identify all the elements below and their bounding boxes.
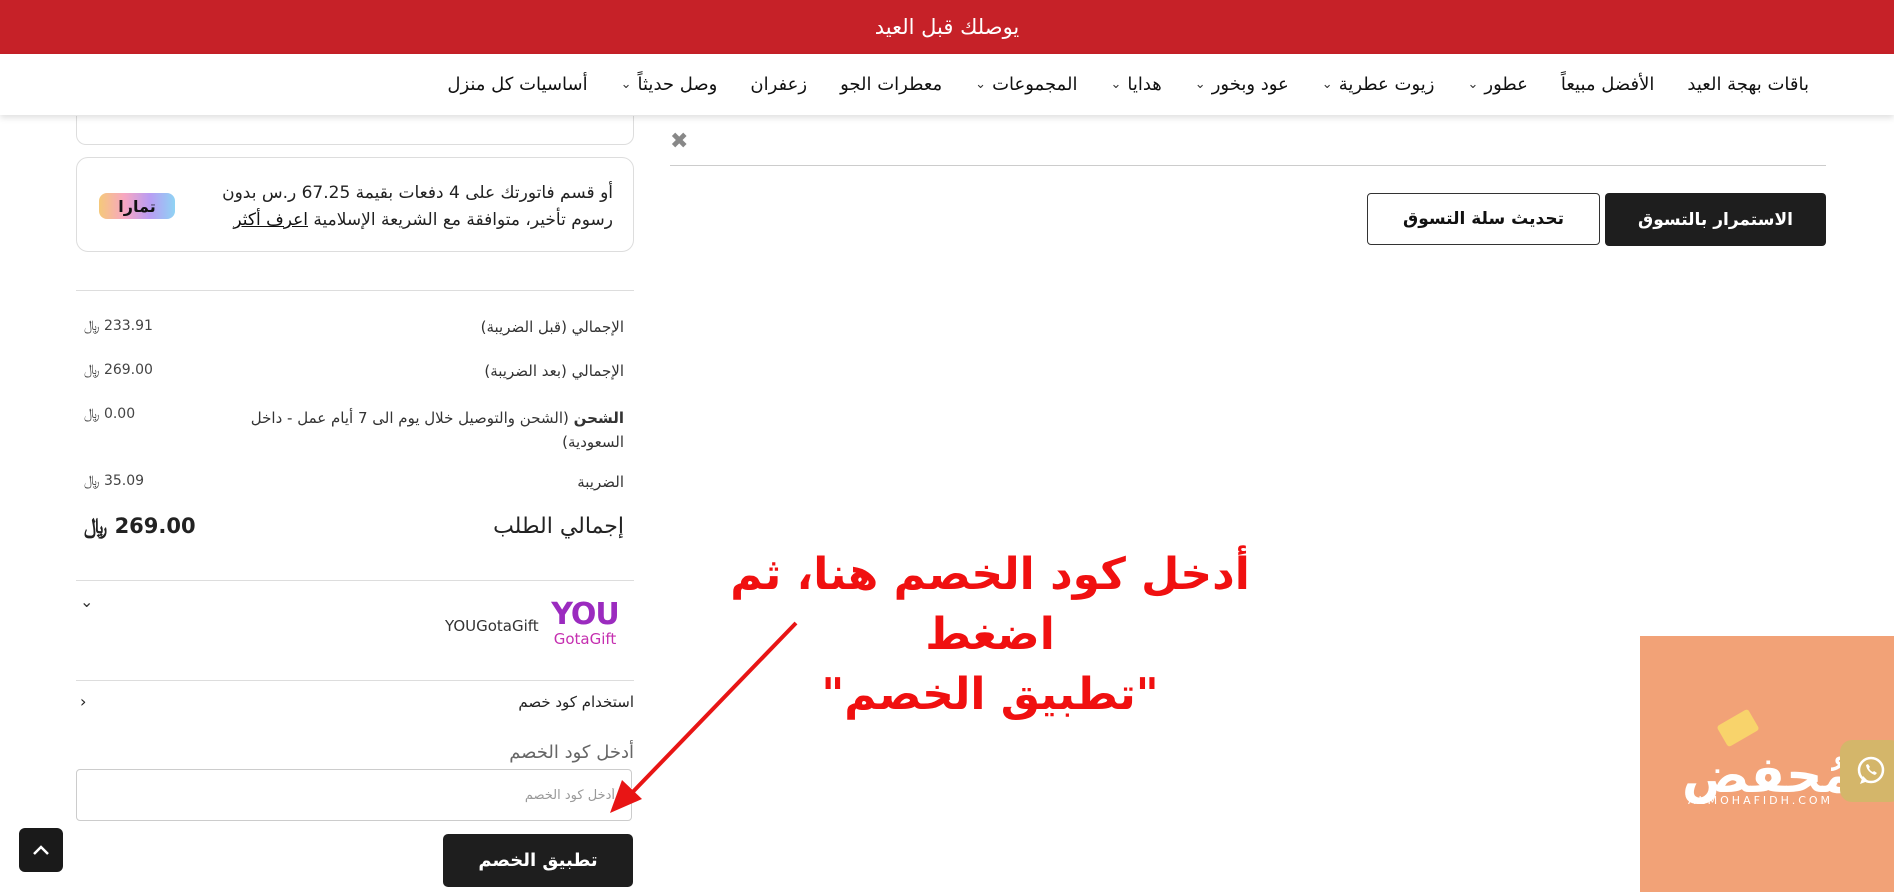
divider [670, 165, 1826, 166]
main-nav: باقات بهجة العيد الأفضل مبيعاً عطور ⌄ زيوت ع… [0, 54, 1894, 115]
tamara-text: أو قسم فاتورتك على 4 دفعات بقيمة 67.25 ر… [193, 180, 613, 234]
tamara-learn-more-link[interactable]: اعرف أكثر [233, 210, 308, 230]
nav-item[interactable]: وصل حديثاً ⌄ [621, 74, 718, 95]
nav-item[interactable]: عود وبخور ⌄ [1195, 74, 1289, 95]
order-total-label: إجمالي الطلب [493, 514, 624, 539]
chevron-down-icon: ⌄ [1194, 77, 1206, 92]
nav-item-label: الأفضل مبيعاً [1560, 74, 1655, 95]
nav-item-label: معطرات الجو [840, 74, 943, 95]
nav-item-label: عطور [1484, 74, 1528, 95]
total-incl-value: 269.00 ﷼ [84, 362, 153, 378]
shipping-detail: (الشحن والتوصيل خلال يوم الى 7 أيام عمل … [250, 409, 624, 451]
continue-shopping-button[interactable]: الاستمرار بالتسوق [1605, 193, 1826, 246]
whatsapp-icon [1857, 756, 1885, 784]
announcement-text: يوصلك قبل العيد [874, 15, 1020, 39]
tax-label: الضريبة [577, 473, 624, 491]
nav-item[interactable]: عطور ⌄ [1467, 74, 1527, 95]
tamara-logo: تمارا [99, 193, 175, 219]
tamara-installments-box: أو قسم فاتورتك على 4 دفعات بقيمة 67.25 ر… [76, 157, 634, 252]
nav-item-label: زيوت عطرية [1338, 74, 1435, 95]
order-total-value: 269.00 ﷼ [84, 514, 196, 538]
tag-icon [1716, 708, 1760, 748]
nav-item-label: هدايا [1127, 74, 1162, 95]
divider [76, 580, 634, 581]
coupon-code-input[interactable] [76, 769, 632, 821]
gift-card-name: YOUGotaGift [445, 617, 539, 635]
chevron-up-icon [33, 845, 49, 855]
nav-item[interactable]: زعفران [750, 74, 807, 95]
chevron-down-icon: ⌄ [1110, 77, 1122, 92]
shipping-value: 0.00 ﷼ [84, 406, 136, 422]
chevron-down-icon[interactable]: ⌄ [80, 592, 93, 611]
nav-item[interactable]: أساسيات كل منزل [447, 74, 587, 95]
divider [76, 290, 634, 291]
nav-item-label: زعفران [750, 74, 808, 95]
nav-item-label: وصل حديثاً [637, 74, 718, 95]
shipping-bold-label: الشحن [573, 409, 624, 427]
shipping-label: الشحن (الشحن والتوصيل خلال يوم الى 7 أيا… [224, 406, 624, 454]
chevron-down-icon: ⌄ [1467, 77, 1479, 92]
divider [76, 680, 634, 681]
nav-item[interactable]: هدايا ⌄ [1110, 74, 1161, 95]
watermark-sub: ALMOHAFIDH.COM [1688, 794, 1834, 807]
summary-row-shipping: الشحن (الشحن والتوصيل خلال يوم الى 7 أيا… [76, 406, 624, 456]
nav-item-label: المجموعات [992, 74, 1078, 95]
nav-item-label: باقات بهجة العيد [1687, 74, 1809, 95]
apply-coupon-button[interactable]: تطبيق الخصم [443, 834, 633, 887]
nav-item-label: أساسيات كل منزل [447, 74, 588, 95]
nav-item[interactable]: باقات بهجة العيد [1687, 74, 1809, 95]
annotation-arrow [610, 620, 799, 813]
nav-item[interactable]: الأفضل مبيعاً [1561, 74, 1655, 95]
chevron-down-icon: ⌄ [1321, 77, 1333, 92]
nav-item[interactable]: المجموعات ⌄ [975, 74, 1077, 95]
update-cart-button[interactable]: تحديث سلة التسوق [1367, 193, 1600, 245]
subtotal-label: الإجمالي (قبل الضريبة) [480, 318, 624, 336]
chevron-left-icon[interactable]: ‹ [80, 692, 86, 711]
nav-item[interactable]: زيوت عطرية ⌄ [1322, 74, 1435, 95]
tax-value: 35.09 ﷼ [84, 473, 145, 489]
whatsapp-button[interactable] [1840, 740, 1894, 802]
collapsed-section-box [76, 116, 634, 145]
close-icon[interactable]: ✖ [670, 129, 688, 154]
scroll-to-top-button[interactable] [19, 828, 63, 872]
subtotal-value: 233.91 ﷼ [84, 318, 153, 334]
chevron-down-icon: ⌄ [620, 77, 632, 92]
nav-item-label: عود وبخور [1211, 74, 1289, 95]
total-incl-label: الإجمالي (بعد الضريبة) [484, 362, 624, 380]
chevron-down-icon: ⌄ [975, 77, 987, 92]
nav-list: باقات بهجة العيد الأفضل مبيعاً عطور ⌄ زيوت ع… [447, 54, 1809, 115]
nav-item[interactable]: معطرات الجو [840, 74, 942, 95]
announcement-bar: يوصلك قبل العيد [0, 0, 1894, 54]
